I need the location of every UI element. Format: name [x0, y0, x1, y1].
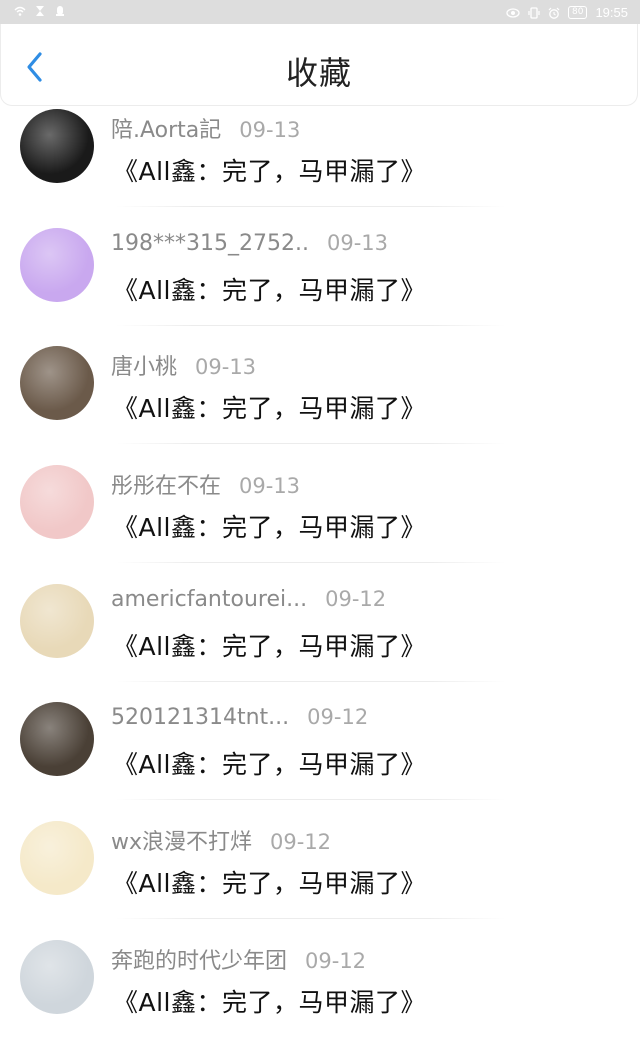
eye-icon — [506, 7, 520, 18]
item-meta: americfantourei... 09-12 — [111, 587, 386, 612]
divider — [116, 562, 506, 564]
status-right: 80 19:55 — [506, 5, 628, 20]
list-item[interactable]: 奔跑的时代少年团 09-12 《All鑫：完了，马甲漏了》 — [0, 937, 640, 1056]
work-title[interactable]: 《All鑫：完了，马甲漏了》 — [113, 389, 426, 425]
user-name[interactable]: 陪.Aorta記 — [111, 112, 221, 144]
item-meta: 彤彤在不在 09-13 — [111, 468, 300, 500]
favorite-date: 09-12 — [307, 705, 369, 730]
clock: 19:55 — [595, 5, 628, 20]
work-title[interactable]: 《All鑫：完了，马甲漏了》 — [113, 271, 426, 307]
avatar[interactable] — [20, 939, 94, 1014]
status-bar: 80 19:55 — [0, 0, 640, 24]
page-title: 收藏 — [285, 54, 352, 92]
list-item[interactable]: 唐小桃 09-13 《All鑫：完了，马甲漏了》 — [0, 343, 640, 462]
item-meta: 奔跑的时代少年团 09-12 — [111, 943, 366, 975]
list-item[interactable]: americfantourei... 09-12 《All鑫：完了，马甲漏了》 — [0, 581, 640, 700]
item-meta: 陪.Aorta記 09-13 — [111, 112, 300, 144]
avatar[interactable] — [20, 583, 94, 658]
divider — [116, 324, 506, 326]
favorite-date: 09-13 — [239, 474, 301, 499]
status-left — [14, 5, 66, 17]
header: 收藏 — [0, 24, 638, 106]
work-title[interactable]: 《All鑫：完了，马甲漏了》 — [113, 152, 426, 188]
avatar[interactable] — [20, 821, 94, 896]
divider — [116, 799, 506, 801]
divider — [116, 680, 506, 682]
list-item[interactable]: 陪.Aorta記 09-13 《All鑫：完了，马甲漏了》 — [0, 106, 640, 225]
item-meta: 唐小桃 09-13 — [111, 349, 256, 381]
user-name[interactable]: 唐小桃 — [111, 349, 177, 381]
avatar[interactable] — [20, 227, 94, 302]
user-name[interactable]: 198***315_2752.. — [111, 231, 309, 256]
favorite-date: 09-13 — [195, 355, 257, 380]
divider — [116, 443, 506, 445]
list-item[interactable]: wx浪漫不打烊 09-12 《All鑫：完了，马甲漏了》 — [0, 818, 640, 937]
data-icon — [36, 6, 44, 16]
avatar[interactable] — [20, 109, 94, 183]
list-item[interactable]: 彤彤在不在 09-13 《All鑫：完了，马甲漏了》 — [0, 462, 640, 581]
item-meta: wx浪漫不打烊 09-12 — [111, 824, 331, 856]
work-title[interactable]: 《All鑫：完了，马甲漏了》 — [113, 627, 426, 663]
user-name[interactable]: 奔跑的时代少年团 — [111, 943, 287, 975]
vibrate-icon — [528, 6, 540, 19]
favorite-date: 09-12 — [305, 948, 367, 973]
favorites-list: 陪.Aorta記 09-13 《All鑫：完了，马甲漏了》 198***315_275… — [0, 106, 640, 1056]
user-name[interactable]: 520121314tnt... — [111, 705, 289, 730]
battery-indicator: 80 — [568, 6, 588, 19]
avatar[interactable] — [20, 465, 94, 540]
favorite-date: 09-12 — [270, 830, 332, 855]
work-title[interactable]: 《All鑫：完了，马甲漏了》 — [113, 983, 426, 1019]
favorite-date: 09-12 — [325, 586, 387, 611]
work-title[interactable]: 《All鑫：完了，马甲漏了》 — [113, 864, 426, 900]
favorite-date: 09-13 — [239, 118, 301, 142]
divider — [116, 206, 506, 207]
alarm-icon — [548, 7, 560, 19]
wifi-icon — [14, 6, 26, 16]
divider — [116, 918, 506, 920]
list-item[interactable]: 520121314tnt... 09-12 《All鑫：完了，马甲漏了》 — [0, 699, 640, 818]
work-title[interactable]: 《All鑫：完了，马甲漏了》 — [113, 745, 426, 781]
notification-icon — [56, 6, 64, 16]
user-name[interactable]: wx浪漫不打烊 — [111, 824, 252, 856]
list-item[interactable]: 198***315_2752.. 09-13 《All鑫：完了，马甲漏了》 — [0, 225, 640, 344]
item-meta: 198***315_2752.. 09-13 — [111, 231, 388, 256]
user-name[interactable]: americfantourei... — [111, 587, 307, 612]
item-meta: 520121314tnt... 09-12 — [111, 705, 368, 730]
avatar[interactable] — [20, 702, 94, 777]
favorite-date: 09-13 — [326, 230, 388, 255]
work-title[interactable]: 《All鑫：完了，马甲漏了》 — [113, 508, 426, 544]
user-name[interactable]: 彤彤在不在 — [111, 468, 221, 500]
avatar[interactable] — [20, 346, 94, 421]
